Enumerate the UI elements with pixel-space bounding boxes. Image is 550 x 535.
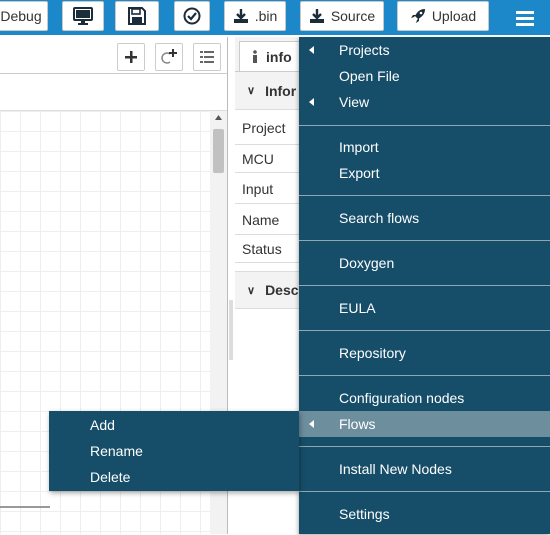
monitor-button[interactable]: [62, 1, 104, 31]
download-source-button[interactable]: Source: [300, 1, 384, 31]
upload-label: Upload: [431, 8, 477, 24]
info-row-label: MCU: [242, 151, 274, 167]
info-icon: [253, 49, 257, 63]
chevron-down-icon: ∨: [247, 284, 256, 297]
tab-info-label: info: [266, 48, 292, 65]
hamburger-menu-button[interactable]: [500, 0, 550, 35]
info-row-label: Name: [242, 211, 280, 228]
menu-item-search-flows[interactable]: Search flows: [299, 205, 550, 231]
add-subflow-button[interactable]: [155, 43, 183, 71]
menu-item-label: Settings: [339, 506, 390, 522]
debug-button[interactable]: Debug: [0, 1, 48, 31]
menu-divider: [299, 285, 550, 286]
download-icon: [309, 9, 324, 23]
menu-item-label: Install New Nodes: [339, 461, 452, 477]
submenu-item-label: Rename: [90, 443, 143, 459]
bin-label: .bin: [254, 8, 278, 24]
subflow-plus-icon: [161, 49, 177, 64]
workspace-tab-bar: [0, 37, 227, 74]
list-icon: [200, 51, 214, 63]
menu-item-label: Configuration nodes: [339, 390, 465, 406]
menu-item-doxygen[interactable]: Doxygen: [299, 250, 550, 276]
submenu-arrow-icon: [309, 98, 314, 106]
flow-tab-strip: [0, 74, 227, 111]
add-tab-button[interactable]: [117, 43, 145, 71]
rocket-icon: [410, 9, 425, 23]
scroll-up-arrow-icon[interactable]: [215, 115, 222, 120]
menu-divider: [299, 330, 550, 331]
menu-item-flows[interactable]: Flows: [299, 411, 550, 437]
panel-splitter[interactable]: [229, 300, 233, 360]
menu-divider: [299, 125, 550, 126]
menu-item-label: Projects: [339, 42, 390, 58]
menu-item-install-new-nodes[interactable]: Install New Nodes: [299, 456, 550, 482]
menu-divider: [299, 195, 550, 196]
menu-item-export[interactable]: Export: [299, 160, 550, 186]
upload-button[interactable]: Upload: [397, 1, 489, 31]
menu-item-label: Search flows: [339, 210, 420, 226]
menu-item-label: View: [339, 94, 370, 110]
description-section-label: Desc: [265, 282, 299, 298]
menu-item-settings[interactable]: Settings: [299, 501, 550, 527]
hamburger-icon: [516, 10, 534, 26]
menu-item-repository[interactable]: Repository: [299, 340, 550, 366]
menu-item-label: Doxygen: [339, 255, 395, 271]
save-icon: [128, 7, 146, 25]
info-row-label: Project: [242, 119, 286, 136]
submenu-item-label: Delete: [90, 469, 131, 485]
tab-list-button[interactable]: [193, 43, 221, 71]
verify-button[interactable]: [174, 1, 210, 31]
scrollbar-thumb[interactable]: [213, 129, 224, 173]
menu-item-label: Import: [339, 139, 379, 155]
menu-item-import[interactable]: Import: [299, 134, 550, 160]
submenu-item-add[interactable]: Add: [49, 412, 299, 438]
download-icon: [233, 9, 248, 23]
submenu-arrow-icon: [309, 420, 314, 428]
source-label: Source: [330, 8, 376, 24]
main-menu: Projects Open File View Import Export Se…: [299, 37, 550, 534]
info-section-label: Infor: [265, 82, 297, 99]
monitor-icon: [73, 7, 93, 25]
menu-item-label: EULA: [339, 300, 376, 316]
info-row-label: Input: [242, 180, 274, 197]
download-bin-button[interactable]: .bin: [224, 1, 286, 31]
info-row-label: Status: [242, 241, 282, 257]
submenu-item-label: Add: [90, 417, 115, 433]
check-circle-icon: [183, 7, 201, 25]
submenu-item-delete[interactable]: Delete: [49, 464, 299, 490]
debug-label: Debug: [0, 8, 42, 24]
menu-divider: [299, 375, 550, 376]
menu-item-label: Repository: [339, 345, 406, 361]
menu-item-eula[interactable]: EULA: [299, 295, 550, 321]
menu-item-open-file[interactable]: Open File: [299, 63, 550, 89]
flows-submenu: Add Rename Delete: [49, 411, 299, 491]
menu-item-view[interactable]: View: [299, 89, 550, 115]
menu-item-label: Flows: [339, 416, 376, 432]
header-toolbar: Debug .bin Source Upload: [0, 0, 550, 35]
menu-divider: [299, 446, 550, 447]
menu-item-label: Export: [339, 165, 380, 181]
node-wire: [0, 506, 50, 508]
menu-item-configuration-nodes[interactable]: Configuration nodes: [299, 385, 550, 411]
menu-item-label: Open File: [339, 68, 400, 84]
submenu-item-rename[interactable]: Rename: [49, 438, 299, 464]
menu-item-projects[interactable]: Projects: [299, 37, 550, 63]
save-button[interactable]: [115, 1, 159, 31]
chevron-down-icon: ∨: [247, 85, 256, 97]
plus-icon: [125, 51, 137, 63]
menu-divider: [299, 240, 550, 241]
menu-divider: [299, 491, 550, 492]
submenu-arrow-icon: [309, 46, 314, 54]
